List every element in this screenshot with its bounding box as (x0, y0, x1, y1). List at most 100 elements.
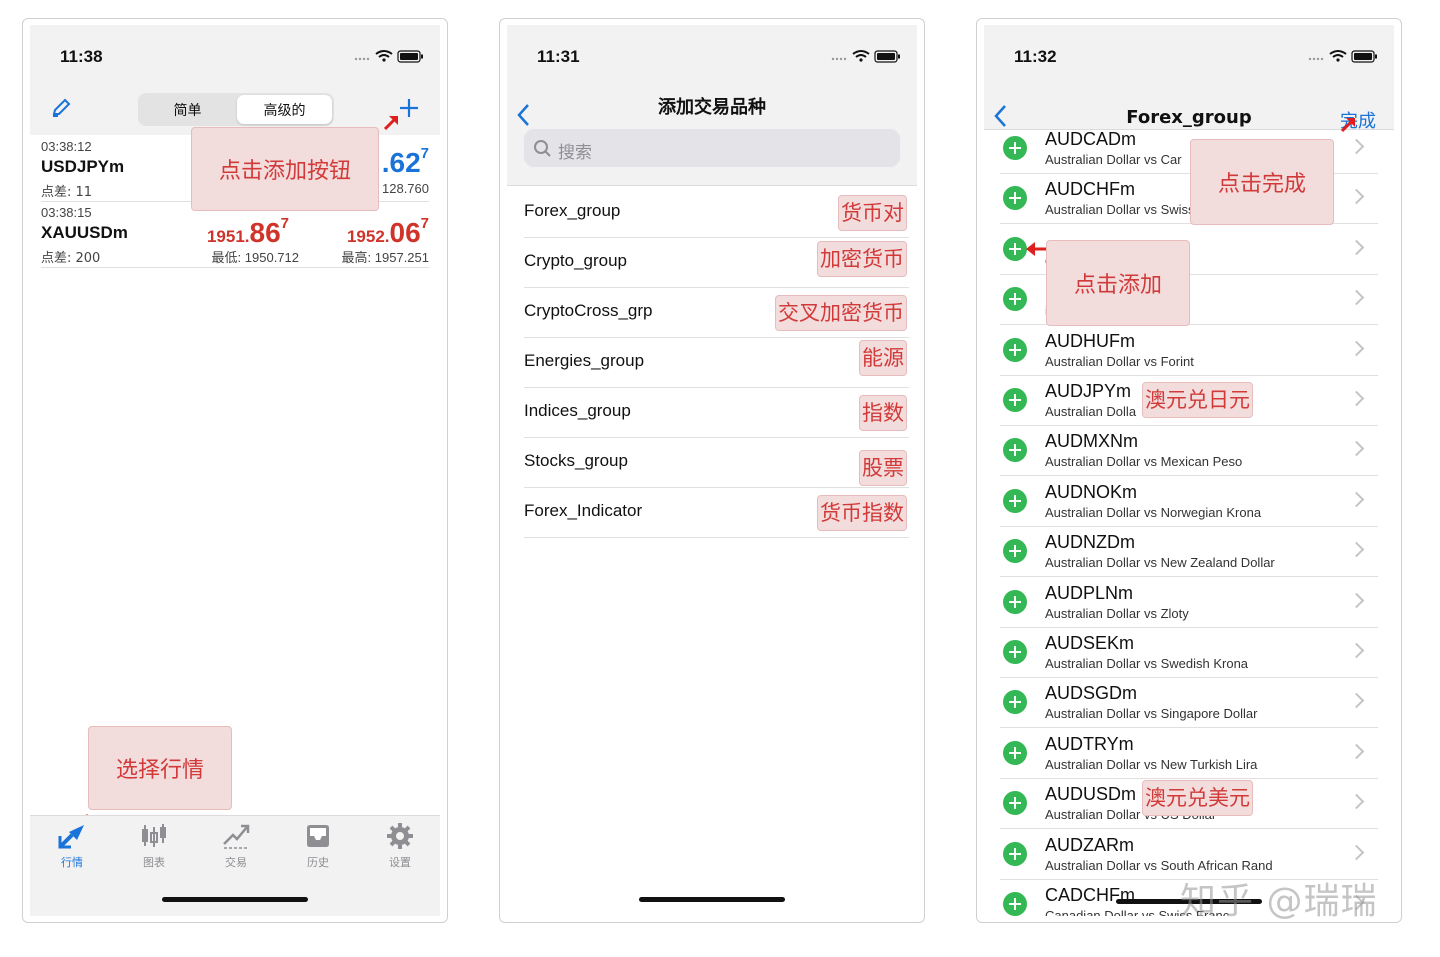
symbol-row[interactable]: AUDPLNm Australian Dollar vs Zloty (1000, 577, 1378, 628)
symbol-description: Australian Dollar vs South African Rand (1045, 857, 1273, 873)
symbol-row[interactable]: AUDMXNm Australian Dollar vs Mexican Peso (1000, 425, 1378, 477)
add-circle-icon[interactable] (1003, 841, 1027, 866)
search-input[interactable]: 搜索 (524, 129, 900, 167)
tab-label: 图表 (143, 856, 165, 869)
symbol-name: AUDMXNm (1045, 431, 1138, 452)
symbol-name: AUDSEKm (1045, 633, 1135, 653)
ask-sup: 7 (420, 145, 429, 162)
status-bar: 11:32 (984, 25, 1394, 85)
tab-settings[interactable]: 设置 (370, 822, 430, 870)
quote-symbol: USDJPYm (41, 157, 125, 176)
quote-bid: 1951.867 (207, 215, 289, 249)
ask-small: 1952. (346, 227, 390, 246)
chevron-right-icon (1348, 289, 1365, 306)
symbol-row[interactable]: AUDHUFm Australian Dollar vs Forint (1000, 325, 1378, 376)
symbol-row[interactable]: AUDSGDm Australian Dollar vs Singapore Do… (1000, 677, 1378, 729)
symbol-name: AUDZARm (1045, 834, 1134, 855)
add-circle-icon[interactable] (1003, 690, 1027, 715)
chevron-right-icon (1348, 693, 1365, 709)
add-circle-icon[interactable] (1003, 640, 1027, 664)
symbol-name: AUDCHFm (1045, 179, 1135, 200)
add-circle-icon[interactable] (1003, 892, 1027, 916)
group-name: Stocks_group (524, 451, 628, 470)
add-circle-icon[interactable] (1003, 186, 1027, 211)
chevron-right-icon (1348, 844, 1365, 860)
add-circle-icon[interactable] (1003, 488, 1027, 513)
search-placeholder: 搜索 (558, 143, 592, 163)
tab-chart[interactable]: 图表 (124, 822, 184, 870)
status-bar: 11:31 (507, 25, 917, 85)
tab-history[interactable]: 历史 (288, 822, 348, 870)
symbol-name: AUDSGDm (1045, 683, 1138, 704)
quote-ask: 1952.067 (346, 215, 429, 249)
settings-icon (387, 823, 413, 849)
symbol-row[interactable]: AUDNOKm Australian Dollar vs Norwegian Kr… (1000, 476, 1378, 527)
add-circle-icon[interactable] (1003, 791, 1027, 816)
tab-trade[interactable]: 交易 (206, 822, 266, 870)
chevron-right-icon (1348, 239, 1365, 256)
group-row[interactable]: Energies_group 能源 (524, 337, 909, 388)
home-indicator (639, 897, 785, 902)
status-bar: 11:38 (30, 25, 440, 85)
add-circle-icon[interactable] (1003, 136, 1027, 160)
phone-add-symbol: 11:31 添加交易品种 搜索 Forex_group 货币对 Crypto_g… (499, 18, 925, 923)
chevron-right-icon (1348, 592, 1365, 608)
chevron-right-icon (1348, 793, 1365, 810)
screen-add-symbol: 11:31 添加交易品种 搜索 Forex_group 货币对 Crypto_g… (507, 25, 917, 916)
group-row[interactable]: Stocks_group 股票 (524, 437, 909, 488)
group-row[interactable]: Crypto_group 加密货币 (524, 237, 909, 288)
symbol-name: AUDPLNm (1045, 582, 1134, 603)
tab-label: 设置 (389, 856, 411, 869)
group-name: Energies_group (524, 351, 645, 370)
symbol-row[interactable]: AUDSEKm Australian Dollar vs Swedish Kron… (1000, 627, 1378, 678)
phone-quotes: 11:38 简单 高级的 03:38:12 USDJPYm 点差: 11 .62… (22, 18, 448, 923)
chevron-right-icon (1348, 541, 1365, 558)
symbol-description: Australian Dollar vs Norwegian Krona (1045, 504, 1262, 520)
group-row[interactable]: Forex_Indicator 货币指数 (524, 487, 909, 538)
quote-time: 03:38:12 (41, 139, 92, 154)
symbol-row[interactable]: AUDTRYm Australian Dollar vs New Turkish … (1000, 728, 1378, 779)
quote-high: 最高: 1957.251 (341, 250, 429, 265)
chart-icon (142, 824, 166, 847)
group-row[interactable]: Indices_group 指数 (524, 387, 909, 438)
symbol-description: Australian Dollar vs Zloty (1045, 605, 1189, 621)
add-circle-icon[interactable] (1003, 589, 1027, 614)
chevron-right-icon (1348, 642, 1365, 659)
symbol-description: Australian Dollar vs Forint (1045, 353, 1194, 369)
annotation-select-quotes: 选择行情 (88, 726, 232, 810)
add-circle-icon[interactable] (1003, 539, 1027, 564)
add-circle-icon[interactable] (1003, 287, 1027, 312)
phone-forex-group: 11:32 Forex_group 完成 AUDCADm Australian D… (976, 18, 1402, 923)
status-time: 11:32 (1014, 47, 1057, 66)
arrow-icon (1026, 242, 1046, 256)
tab-quotes[interactable]: 行情 (42, 822, 102, 870)
symbol-row[interactable]: AUDNZDm Australian Dollar vs New Zealand … (1000, 526, 1378, 578)
bid-sup: 7 (280, 215, 289, 232)
quote-row[interactable]: 03:38:15 XAUUSDm 点差: 200 1951.867 1952.0… (41, 203, 429, 268)
group-annotation: 加密货币 (817, 241, 907, 277)
group-row[interactable]: Forex_group 货币对 (524, 187, 909, 238)
symbol-name: AUDNOKm (1045, 481, 1138, 502)
status-time: 11:38 (60, 47, 103, 66)
group-annotation: 货币指数 (817, 495, 907, 531)
segment-simple[interactable]: 简单 (140, 95, 235, 124)
chevron-right-icon (1348, 189, 1365, 205)
symbol-name: AUDJPYm (1045, 381, 1132, 401)
group-row[interactable]: CryptoCross_grp 交叉加密货币 (524, 287, 909, 338)
symbol-description: Australian Dollar vs Car (1045, 152, 1182, 167)
add-circle-icon[interactable] (1003, 740, 1027, 765)
add-circle-icon[interactable] (1003, 337, 1027, 362)
symbol-name: AUDUSDm (1045, 784, 1137, 805)
symbol-name: AUDTRYm (1045, 733, 1134, 754)
edit-icon[interactable] (50, 97, 72, 119)
tab-label: 历史 (307, 856, 329, 869)
group-annotation: 交叉加密货币 (775, 295, 907, 331)
page-title: 添加交易品种 (658, 97, 766, 118)
status-icons (831, 50, 900, 63)
segment-advanced[interactable]: 高级的 (237, 95, 332, 124)
status-time: 11:31 (537, 47, 580, 66)
screen-forex-group: 11:32 Forex_group 完成 AUDCADm Australian D… (984, 25, 1394, 916)
add-circle-icon[interactable] (1003, 388, 1027, 412)
status-icons (354, 50, 423, 63)
add-circle-icon[interactable] (1003, 438, 1027, 463)
